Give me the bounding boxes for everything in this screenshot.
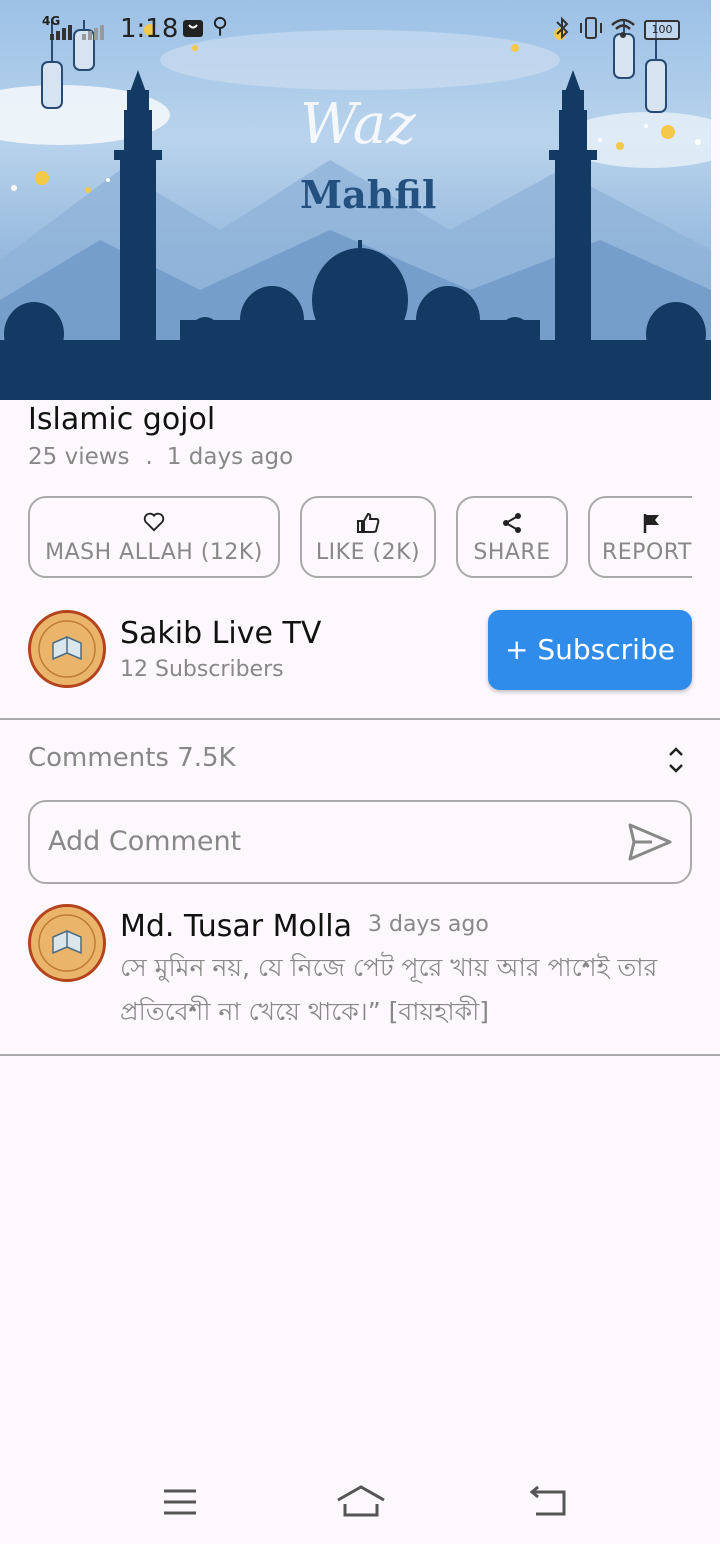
report-label: REPORT [602,540,692,565]
mash-allah-label: MASH ALLAH (12K) [45,540,263,565]
thumbnail-script-text: Waz [300,92,416,157]
comment-text: সে মুমিন নয়, যে নিজে পেট পূরে খায় আর প… [120,953,658,1026]
expand-collapse-icon[interactable] [664,744,688,776]
back-icon[interactable] [528,1486,568,1518]
vibrate-icon [580,17,602,39]
video-title: Islamic gojol [28,402,216,437]
add-comment-field[interactable]: Add Comment [28,800,692,884]
add-comment-placeholder: Add Comment [48,826,242,857]
home-icon[interactable] [336,1484,386,1518]
video-meta: 25 views. 1 days ago [28,444,293,470]
comment-divider [0,1054,720,1056]
report-button[interactable]: REPORT [588,496,692,578]
clock: 1:18 [120,14,179,44]
subscribe-button[interactable]: + Subscribe [488,610,692,690]
like-label: LIKE (2K) [315,540,421,565]
menu-icon[interactable] [162,1488,198,1518]
channel-avatar[interactable] [28,610,106,688]
notification-bag-icon [183,20,203,37]
video-thumbnail[interactable]: Waz Mahfil [0,0,711,400]
heart-icon [143,512,165,532]
share-button[interactable]: SHARE [456,496,568,578]
status-bar: 4G 1:18 ⚲ 100 [0,0,720,60]
book-logo-icon [38,914,96,972]
upload-age: 1 days ago [166,444,294,470]
section-divider [0,718,720,720]
system-navigation-bar [0,1460,720,1544]
share-icon [503,513,521,533]
mash-allah-button[interactable]: MASH ALLAH (12K) [28,496,280,578]
comment-time: 3 days ago [368,912,489,937]
comment-author-avatar[interactable] [28,904,106,982]
comments-header[interactable]: Comments 7.5K [28,743,236,773]
bluetooth-icon [556,16,569,40]
usb-icon: ⚲ [212,14,229,39]
wifi-icon [611,18,635,38]
share-label: SHARE [473,540,551,565]
send-icon[interactable] [628,822,672,862]
book-logo-icon [38,620,96,678]
battery-icon: 100 [644,20,680,40]
signal-icon [50,25,104,40]
thumbnail-title-text: Mahfil [300,172,437,217]
view-count: 25 views [28,444,130,470]
channel-subscriber-count: 12 Subscribers [120,657,284,682]
thumbs-up-icon [357,512,380,533]
action-bar: MASH ALLAH (12K) LIKE (2K) SHARE REPORT [28,496,692,582]
flag-icon [643,514,659,533]
comment-author[interactable]: Md. Tusar Molla [120,909,352,944]
channel-name[interactable]: Sakib Live TV [120,616,321,651]
meta-separator: . [145,444,153,470]
like-button[interactable]: LIKE (2K) [300,496,436,578]
